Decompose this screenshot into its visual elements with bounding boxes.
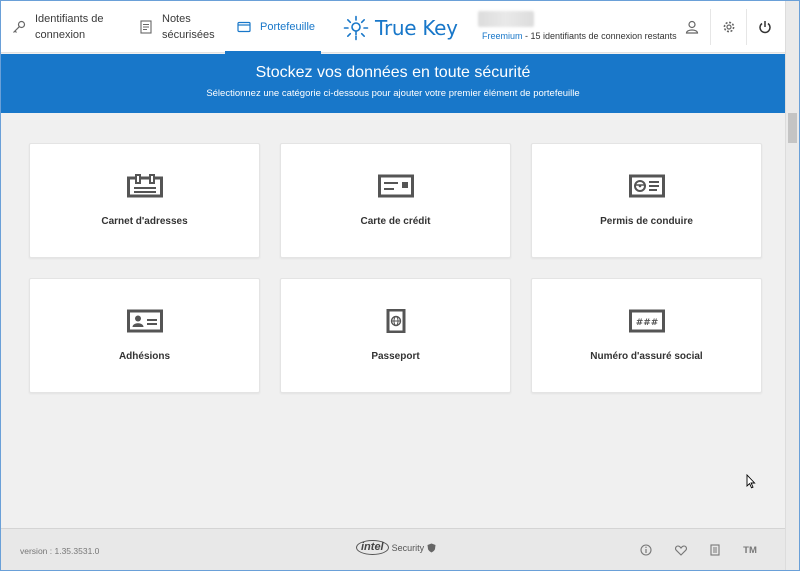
social-security-icon: ### — [628, 309, 665, 333]
passport-icon — [386, 309, 405, 333]
gear-icon — [723, 21, 735, 33]
intel-security-text: Security — [391, 542, 425, 553]
plan-name[interactable]: Freemium — [482, 31, 523, 41]
membership-card-icon — [126, 309, 163, 333]
svg-text:###: ### — [635, 318, 658, 328]
power-icon — [759, 21, 771, 34]
tab-wallet-label: Portefeuille — [260, 21, 316, 33]
info-button[interactable] — [636, 541, 656, 559]
tab-secure-notes[interactable]: Notes sécurisées — [138, 1, 228, 53]
category-card-drivers-license[interactable]: Permis de conduire — [531, 143, 762, 258]
sign-out-button[interactable] — [747, 1, 783, 53]
tab-logins-label: Identifiants de connexion — [35, 11, 104, 43]
card-icon-wrap — [30, 309, 259, 335]
settings-button[interactable] — [711, 1, 747, 53]
card-label: Numéro d'assuré social — [590, 351, 703, 362]
category-card-passport[interactable]: Passeport — [280, 278, 511, 393]
tab-logins-label-line2: connexion — [35, 29, 86, 41]
true-key-logo: True Key — [343, 13, 458, 43]
card-label: Adhésions — [118, 351, 171, 362]
vertical-scrollbar[interactable] — [785, 1, 799, 570]
category-card-address-book[interactable]: Carnet d'adresses — [29, 143, 260, 258]
info-icon — [640, 544, 652, 556]
true-key-logo-icon — [343, 15, 369, 41]
address-book-icon — [126, 174, 163, 198]
card-icon-wrap: ### — [532, 309, 761, 335]
footer: version : 1.35.3531.0 intel Security TM — [1, 528, 785, 570]
trademark-button[interactable]: TM — [740, 541, 760, 559]
scrollbar-thumb[interactable] — [788, 113, 797, 143]
card-icon-wrap — [281, 309, 510, 335]
banner-title: Stockez vos données en toute sécurité — [255, 64, 531, 81]
card-label: Permis de conduire — [600, 216, 693, 227]
tab-notes-label-line2: sécurisées — [162, 29, 215, 41]
card-label: Carnet d'adresses — [101, 216, 188, 227]
user-icon — [685, 20, 699, 34]
credit-card-icon — [377, 174, 414, 198]
profile-button[interactable] — [674, 1, 710, 53]
shield-icon — [427, 543, 436, 552]
document-icon — [710, 544, 720, 556]
wallet-banner: Stockez vos données en toute sécurité Sé… — [1, 54, 785, 113]
tab-wallet[interactable]: Portefeuille — [225, 1, 321, 54]
plan-status[interactable]: Freemium - 15 identifiants de connexion … — [482, 31, 677, 41]
banner-subtitle: Sélectionnez une catégorie ci-dessous po… — [206, 88, 580, 99]
card-icon-wrap — [281, 174, 510, 200]
tab-logins[interactable]: Identifiants de connexion — [11, 1, 121, 53]
key-icon — [11, 19, 27, 35]
note-icon — [138, 19, 154, 35]
top-navigation: Identifiants de connexion Notes sécurisé… — [1, 1, 785, 54]
brand-name: True Key — [375, 16, 458, 40]
account-email-redacted — [478, 11, 534, 27]
category-card-memberships[interactable]: Adhésions — [29, 278, 260, 393]
card-icon-wrap — [532, 174, 761, 200]
drivers-license-icon — [628, 174, 665, 198]
category-card-social-security[interactable]: ### Numéro d'assuré social — [531, 278, 762, 393]
card-label: Carte de crédit — [360, 216, 431, 227]
category-card-credit-card[interactable]: Carte de crédit — [280, 143, 511, 258]
card-label: Passeport — [371, 351, 420, 362]
wallet-icon — [236, 19, 252, 35]
feedback-button[interactable] — [671, 541, 691, 559]
tab-logins-label-line1: Identifiants de — [35, 13, 104, 25]
intel-wordmark: intel — [356, 540, 389, 555]
tab-notes-label: Notes sécurisées — [162, 11, 215, 43]
mouse-cursor-icon — [746, 474, 756, 489]
tab-notes-label-line1: Notes — [162, 13, 191, 25]
intel-security-logo: intel Security — [356, 540, 436, 555]
app-version: version : 1.35.3531.0 — [20, 546, 100, 556]
plan-detail: - 15 identifiants de connexion restants — [522, 31, 677, 41]
card-icon-wrap — [30, 174, 259, 200]
document-button[interactable] — [705, 541, 725, 559]
heart-icon — [675, 544, 687, 556]
